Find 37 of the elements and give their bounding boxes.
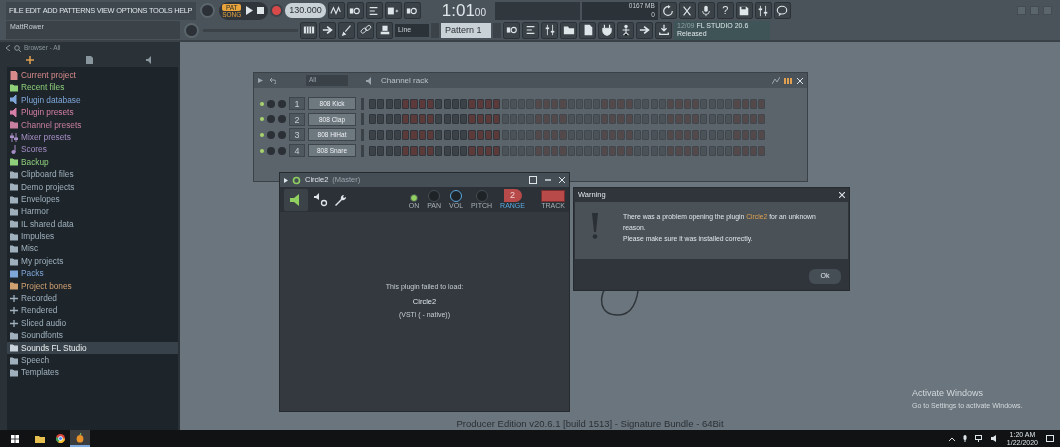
browser-item[interactable]: Clipboard files <box>7 168 178 181</box>
mixer-track-field[interactable]: 2 <box>503 189 522 202</box>
song-position: 1:0100 <box>440 0 487 22</box>
browser-item[interactable]: Current project <box>7 69 178 82</box>
browser-item[interactable]: Recent files <box>7 81 178 94</box>
window-title: Channel rack <box>381 74 429 87</box>
browser-item[interactable]: Mixer presets <box>7 130 178 144</box>
help-button[interactable]: ? <box>716 2 734 19</box>
browser-item[interactable]: Recorded <box>7 292 178 305</box>
browser-item[interactable]: Sliced audio <box>7 316 178 330</box>
browser-item[interactable]: Templates <box>7 366 178 379</box>
browser-item[interactable]: Plugin presets <box>7 106 178 119</box>
browser-item[interactable]: Soundfonts <box>7 329 178 342</box>
browser-item[interactable]: Scores <box>7 143 178 156</box>
browser-item[interactable]: Plugin database <box>7 93 178 107</box>
activation-title: Activate Windows <box>912 387 985 400</box>
browser-item[interactable]: Channel presets <box>7 118 178 131</box>
browser-item[interactable]: Demo projects <box>7 180 178 193</box>
mixer-track-number[interactable]: 2 <box>289 112 305 126</box>
tempo-field[interactable]: 130.000 <box>285 3 326 18</box>
pattern-selector[interactable]: Pattern 1 <box>441 22 491 38</box>
browser-item[interactable]: Speech <box>7 354 178 367</box>
browser-item[interactable]: Backup <box>7 155 178 169</box>
browser-item[interactable]: Sounds FL Studio <box>7 341 178 354</box>
browser-item[interactable]: Harmor <box>7 205 178 218</box>
browser-item[interactable]: Impulses <box>7 230 178 243</box>
browser-item[interactable]: Project bones <box>7 279 178 293</box>
mixer-track-number[interactable]: 3 <box>289 128 305 142</box>
status-text: Producer Edition v20.6.1 [build 1513] - Signature Bundle - 64Bit <box>455 417 725 431</box>
browser-item[interactable]: Misc <box>7 242 178 255</box>
browser-item[interactable]: Packs <box>7 267 178 280</box>
browser-item[interactable]: Envelopes <box>7 192 178 206</box>
mixer-track-number[interactable]: 1 <box>289 97 305 111</box>
browser-item[interactable]: My projects <box>7 254 178 268</box>
browser-item[interactable]: IL shared data <box>7 217 178 231</box>
browser-item[interactable]: Rendered <box>7 304 178 317</box>
mixer-track-number[interactable]: 4 <box>289 144 305 158</box>
